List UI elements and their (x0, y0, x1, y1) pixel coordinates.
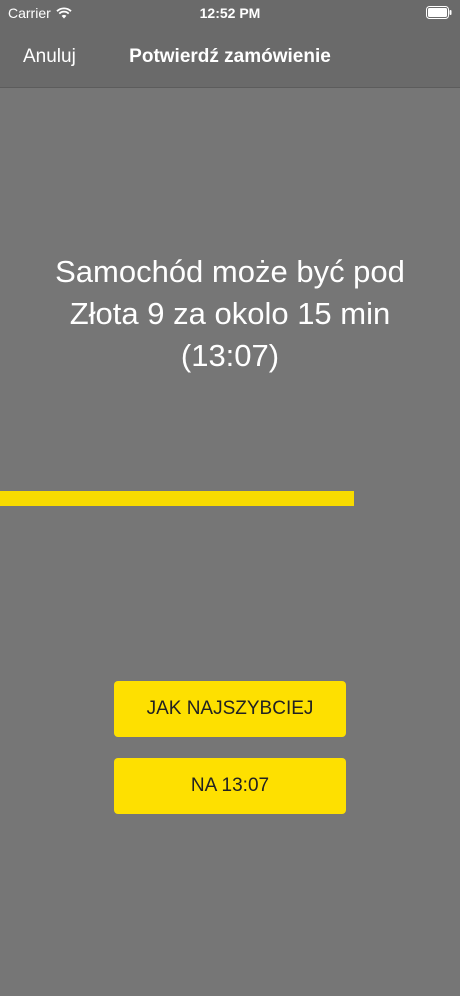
battery-icon (426, 6, 452, 19)
scheduled-time-button[interactable]: NA 13:07 (114, 758, 346, 814)
progress-bar (0, 491, 460, 506)
asap-button[interactable]: JAK NAJSZYBCIEJ (114, 681, 346, 737)
navigation-bar: Anuluj Potwierdź zamówienie (0, 30, 460, 86)
progress-bar-fill (0, 491, 355, 506)
status-time: 12:52 PM (199, 5, 261, 21)
status-bar: Carrier 12:52 PM (0, 0, 460, 30)
page-title: Potwierdź zamówienie (129, 46, 331, 67)
eta-message: Samochód może być pod Złota 9 za okolo 1… (55, 254, 405, 373)
top-bar: Carrier 12:52 PM Anuluj Potwierdź zamówi… (0, 0, 460, 88)
